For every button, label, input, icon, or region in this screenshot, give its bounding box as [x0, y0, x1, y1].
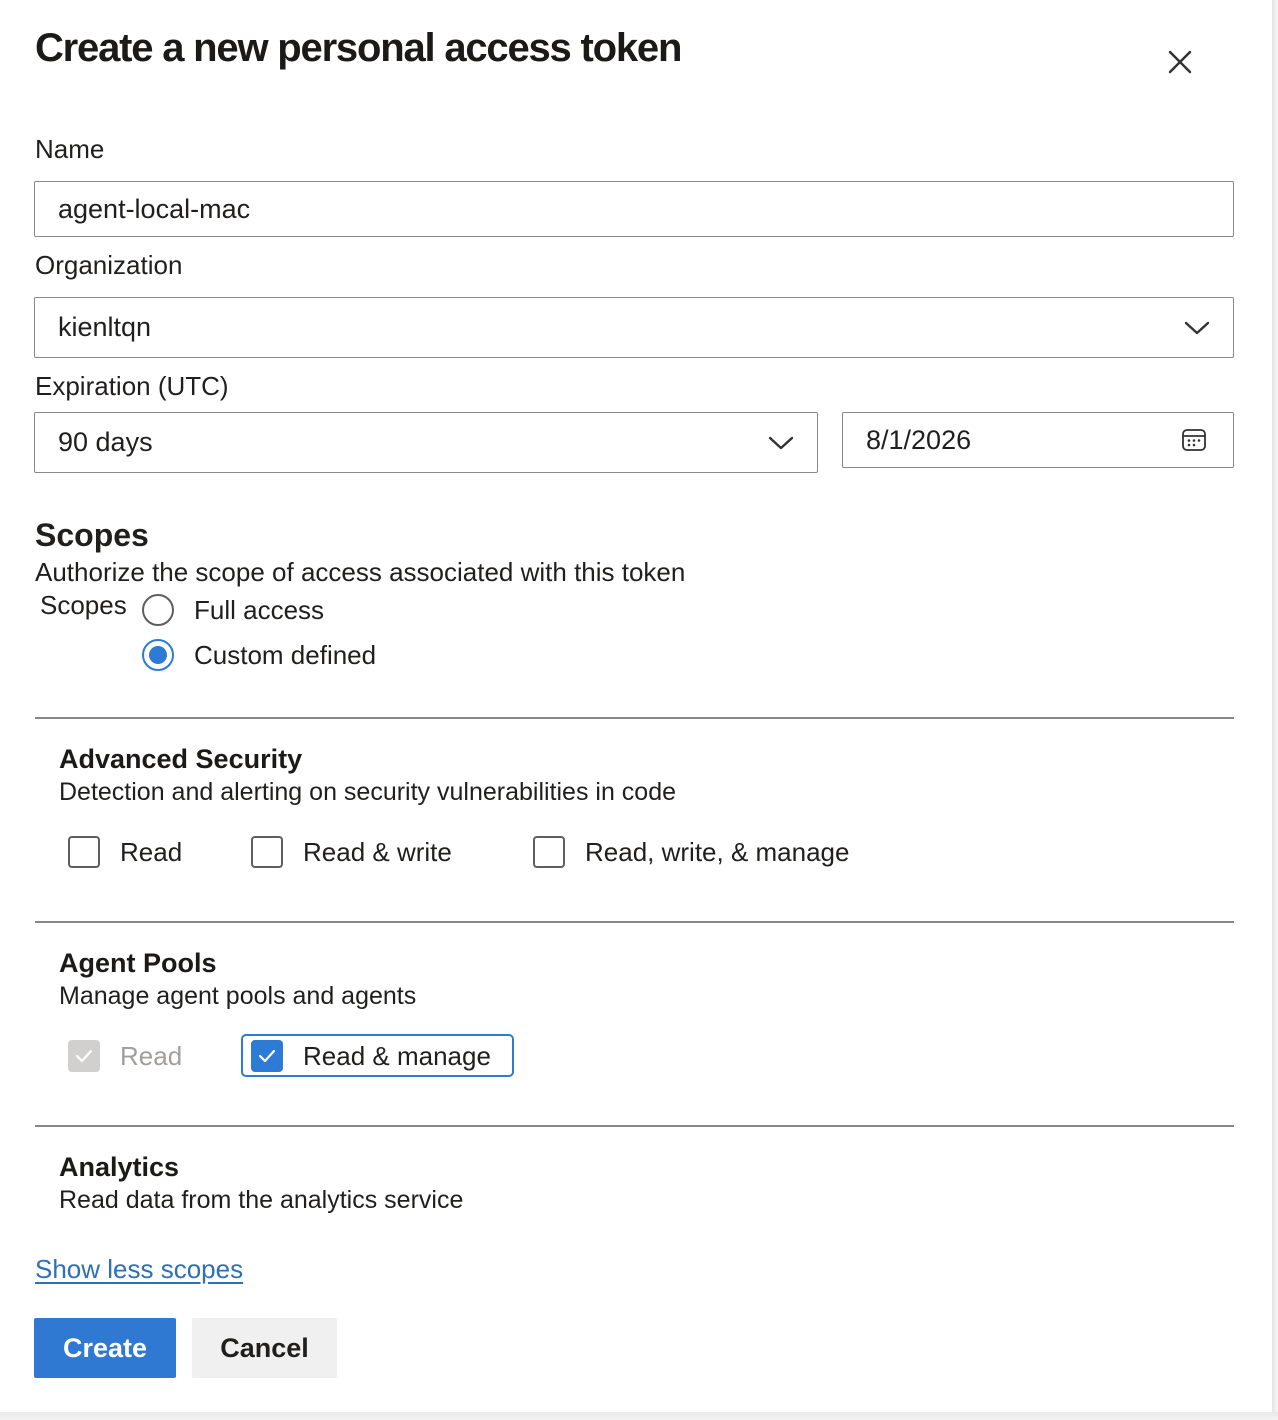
- close-button[interactable]: [1160, 42, 1200, 82]
- checkbox-advanced-security-read-write[interactable]: Read & write: [251, 832, 452, 872]
- name-input[interactable]: agent-local-mac: [34, 181, 1234, 237]
- chevron-down-icon: [768, 436, 794, 449]
- radio-label: Full access: [194, 594, 325, 625]
- radio-button[interactable]: [142, 639, 174, 671]
- checkbox-agent-pools-read: Read: [68, 1036, 182, 1076]
- expiration-label: Expiration (UTC): [35, 371, 229, 401]
- radio-custom-defined[interactable]: Custom defined: [142, 638, 376, 672]
- show-less-scopes-link[interactable]: Show less scopes: [35, 1254, 243, 1285]
- section-title-agent-pools: Agent Pools: [59, 948, 217, 978]
- section-description: Detection and alerting on security vulne…: [59, 778, 677, 806]
- panel-shadow: [0, 1412, 1278, 1420]
- radio-full-access[interactable]: Full access: [142, 593, 324, 627]
- scopes-group-label: Scopes: [40, 590, 127, 620]
- cancel-button[interactable]: Cancel: [192, 1318, 337, 1378]
- radio-button[interactable]: [142, 594, 174, 626]
- divider: [35, 717, 1234, 719]
- checkbox[interactable]: [533, 836, 565, 868]
- expiration-date-value: 8/1/2026: [866, 424, 972, 455]
- section-title-analytics: Analytics: [59, 1152, 180, 1182]
- dialog-title: Create a new personal access token: [35, 26, 682, 70]
- panel-shadow: [1272, 0, 1278, 1420]
- checkbox-advanced-security-read-write-manage[interactable]: Read, write, & manage: [533, 832, 849, 872]
- expiration-date-picker[interactable]: 8/1/2026: [842, 412, 1234, 468]
- checkmark-icon: [258, 1049, 276, 1063]
- checkbox[interactable]: [251, 836, 283, 868]
- checkbox-label: Read: [120, 1040, 183, 1071]
- radio-label: Custom defined: [194, 639, 377, 670]
- scopes-description: Authorize the scope of access associated…: [35, 557, 686, 587]
- checkbox-advanced-security-read[interactable]: Read: [68, 832, 182, 872]
- name-input-value: agent-local-mac: [58, 193, 251, 224]
- create-button[interactable]: Create: [34, 1318, 176, 1378]
- checkbox-label: Read & manage: [303, 1040, 491, 1071]
- organization-value: kienltqn: [58, 312, 152, 342]
- expiration-duration-dropdown[interactable]: 90 days: [34, 412, 818, 473]
- close-icon: [1168, 50, 1192, 74]
- chevron-down-icon: [1184, 321, 1210, 334]
- scopes-heading: Scopes: [35, 517, 149, 553]
- section-description: Manage agent pools and agents: [59, 982, 417, 1010]
- divider: [35, 921, 1234, 923]
- checkbox-label: Read & write: [303, 836, 452, 867]
- section-description: Read data from the analytics service: [59, 1186, 464, 1214]
- calendar-icon[interactable]: [1181, 427, 1207, 453]
- checkmark-icon: [75, 1049, 93, 1063]
- checkbox[interactable]: [68, 836, 100, 868]
- organization-label: Organization: [35, 250, 183, 280]
- expiration-duration-value: 90 days: [58, 427, 153, 457]
- checkbox-label: Read: [120, 836, 183, 867]
- organization-dropdown[interactable]: kienltqn: [34, 297, 1234, 358]
- checkbox: [68, 1040, 100, 1072]
- section-title-advanced-security: Advanced Security: [59, 744, 303, 774]
- checkbox-label: Read, write, & manage: [585, 836, 850, 867]
- token-dialog: Create a new personal access token Name …: [0, 0, 1272, 1412]
- name-label: Name: [35, 134, 105, 164]
- checkbox[interactable]: [251, 1040, 283, 1072]
- checkbox-agent-pools-read-manage[interactable]: Read & manage: [251, 1036, 491, 1076]
- divider: [35, 1125, 1234, 1127]
